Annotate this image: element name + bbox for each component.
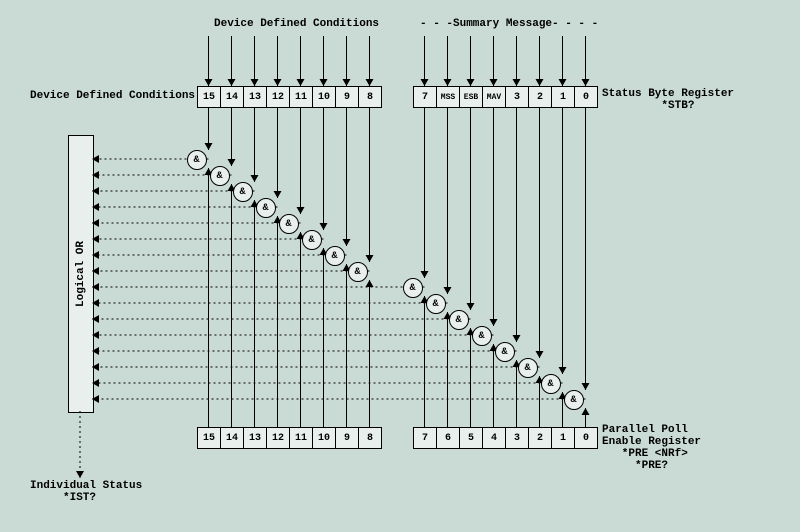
left-side-label: Device Defined Conditions (30, 90, 195, 102)
and-gate: & (279, 214, 299, 234)
register-cell: 6 (437, 428, 460, 448)
and-gate: & (472, 326, 492, 346)
enable-register-low: 76543210 (413, 427, 598, 449)
register-cell: 2 (529, 87, 552, 107)
and-gate: & (325, 246, 345, 266)
register-cell: 2 (529, 428, 552, 448)
register-cell: 12 (267, 87, 290, 107)
and-gate: & (302, 230, 322, 250)
register-cell: 13 (244, 87, 267, 107)
register-cell: 0 (575, 428, 597, 448)
bottom-left-label: Individual Status *IST? (30, 480, 142, 504)
register-cell: 0 (575, 87, 597, 107)
register-cell: ESB (460, 87, 483, 107)
register-cell: 14 (221, 87, 244, 107)
and-gate: & (210, 166, 230, 186)
and-gate: & (348, 262, 368, 282)
register-cell: 12 (267, 428, 290, 448)
register-cell: 7 (414, 428, 437, 448)
and-gate: & (495, 342, 515, 362)
register-cell: MAV (483, 87, 506, 107)
and-gate: & (403, 278, 423, 298)
register-cell: 1 (552, 87, 575, 107)
logical-or-label: Logical OR (75, 241, 87, 307)
register-cell: 9 (336, 428, 359, 448)
and-gate: & (187, 150, 207, 170)
register-cell: 3 (506, 428, 529, 448)
register-cell: 11 (290, 87, 313, 107)
register-cell: 11 (290, 428, 313, 448)
register-cell: 5 (460, 428, 483, 448)
register-cell: 10 (313, 428, 336, 448)
register-cell: 3 (506, 87, 529, 107)
logical-or-block: Logical OR (68, 135, 94, 413)
register-cell: 14 (221, 428, 244, 448)
top-right-label: - - -Summary Message- - - - (420, 18, 598, 30)
and-gate: & (426, 294, 446, 314)
and-gate: & (233, 182, 253, 202)
and-gate: & (256, 198, 276, 218)
top-left-label: Device Defined Conditions (214, 18, 379, 30)
and-gate: & (541, 374, 561, 394)
register-cell: 7 (414, 87, 437, 107)
status-register-low: 7MSSESBMAV3210 (413, 86, 598, 108)
register-cell: 8 (359, 428, 381, 448)
register-cell: 10 (313, 87, 336, 107)
and-gate: & (449, 310, 469, 330)
right-bottom-label: Parallel Poll Enable Register *PRE <NRf>… (602, 424, 701, 472)
register-cell: MSS (437, 87, 460, 107)
register-cell: 9 (336, 87, 359, 107)
and-gate: & (518, 358, 538, 378)
register-cell: 4 (483, 428, 506, 448)
register-cell: 15 (198, 87, 221, 107)
right-top-label: Status Byte Register *STB? (602, 88, 734, 112)
register-cell: 1 (552, 428, 575, 448)
and-gate: & (564, 390, 584, 410)
register-cell: 8 (359, 87, 381, 107)
enable-register-high: 15141312111098 (197, 427, 382, 449)
register-cell: 15 (198, 428, 221, 448)
status-register-high: 15141312111098 (197, 86, 382, 108)
register-cell: 13 (244, 428, 267, 448)
